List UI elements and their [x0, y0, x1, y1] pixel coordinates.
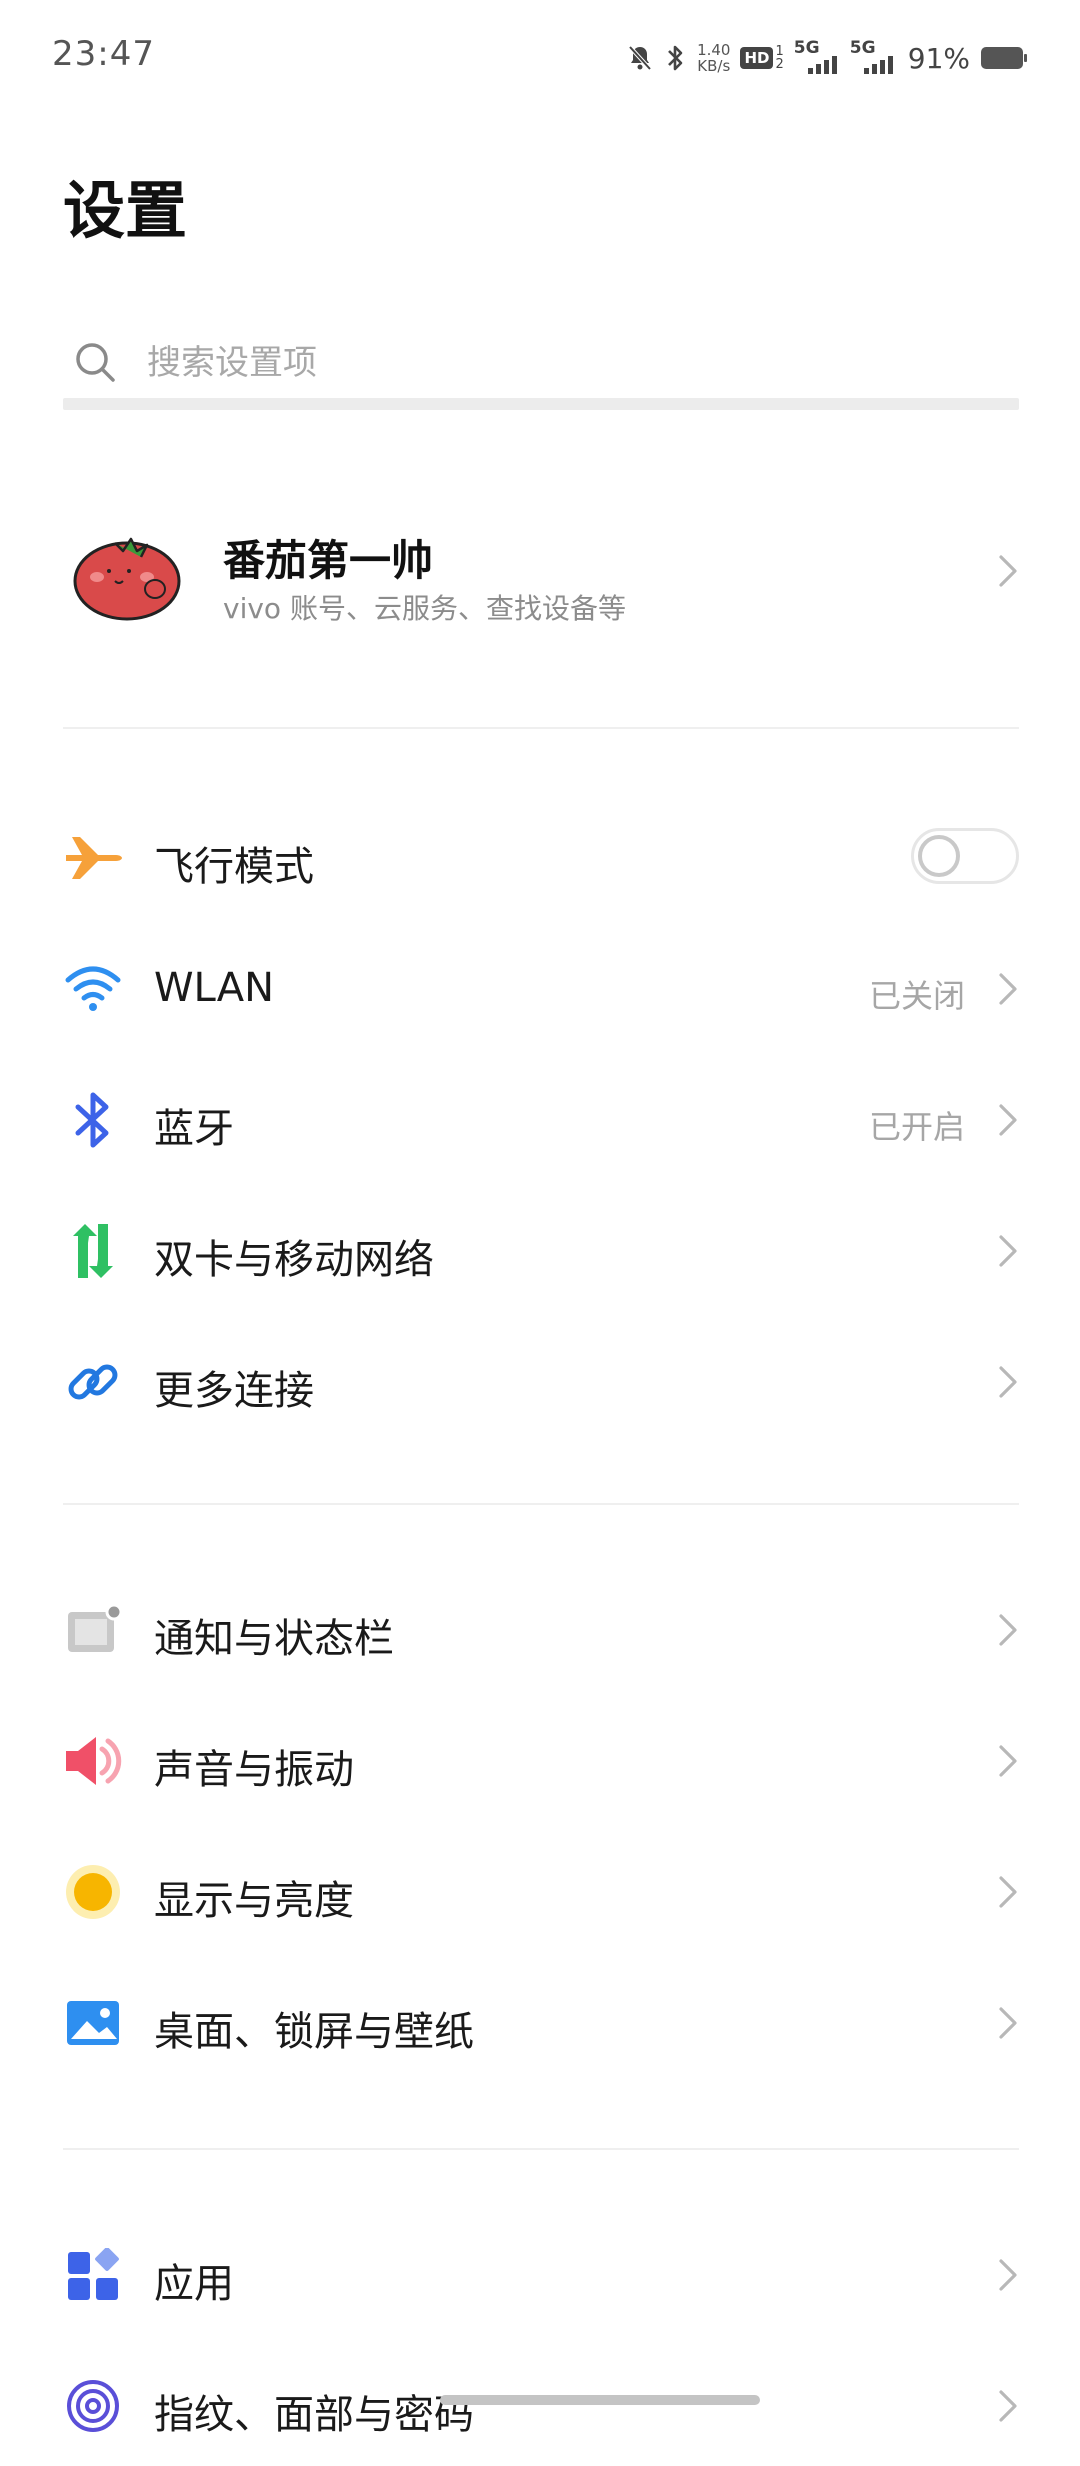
search-underline [63, 398, 1019, 410]
row-display[interactable]: 显示与亮度 [63, 1832, 1019, 1952]
chevron-right-icon [997, 2257, 1019, 2297]
battery-percent: 91% [907, 41, 970, 75]
row-label: 桌面、锁屏与壁纸 [154, 2009, 474, 2055]
fingerprint-icon [63, 2376, 123, 2436]
section-divider [63, 727, 1019, 729]
avatar [69, 525, 187, 625]
row-label: 飞行模式 [154, 844, 314, 890]
row-airplane-mode[interactable]: 飞行模式 [63, 798, 1019, 918]
row-sound[interactable]: 声音与振动 [63, 1701, 1019, 1821]
status-icons: 1.40 KB/s HD 12 5G 5G 91% [627, 38, 1028, 78]
hd-label: HD [740, 47, 774, 69]
row-label: WLAN [154, 965, 275, 1011]
chevron-right-icon [997, 2388, 1019, 2428]
network-speed: 1.40 KB/s [697, 42, 730, 74]
search-icon [73, 340, 119, 390]
row-label: 指纹、面部与密码 [154, 2392, 474, 2438]
signal-icon-1: 5G [794, 38, 840, 78]
chevron-right-icon [997, 1102, 1019, 1142]
chevron-right-icon [997, 1874, 1019, 1914]
chevron-right-icon [997, 553, 1019, 593]
row-notifications[interactable]: 通知与状态栏 [63, 1570, 1019, 1690]
airplane-mode-toggle[interactable] [911, 828, 1019, 884]
row-label: 蓝牙 [154, 1106, 234, 1152]
wlan-status: 已关闭 [868, 977, 965, 1015]
account-subtitle: vivo 账号、云服务、查找设备等 [223, 592, 626, 625]
search-bar[interactable] [63, 320, 1019, 410]
mobile-data-icon [63, 1221, 123, 1281]
row-bluetooth[interactable]: 蓝牙 已开启 [63, 1060, 1019, 1180]
row-label: 通知与状态栏 [154, 1616, 394, 1662]
home-indicator[interactable] [440, 2395, 760, 2405]
row-security[interactable]: 指纹、面部与密码 [63, 2346, 1019, 2466]
speed-value: 1.40 [697, 41, 731, 59]
row-mobile-network[interactable]: 双卡与移动网络 [63, 1191, 1019, 1311]
battery-icon [980, 45, 1028, 71]
status-time: 23:47 [52, 34, 155, 74]
speed-unit: KB/s [697, 57, 731, 75]
bluetooth-status: 已开启 [868, 1108, 965, 1146]
row-apps[interactable]: 应用 [63, 2215, 1019, 2335]
hd-icon: HD 12 [740, 45, 784, 71]
signal-icon-2: 5G [850, 38, 896, 78]
row-wlan[interactable]: WLAN 已关闭 [63, 929, 1019, 1049]
search-input[interactable] [145, 332, 989, 394]
section-divider [63, 2148, 1019, 2150]
row-label: 更多连接 [154, 1368, 314, 1414]
notification-icon [63, 1600, 123, 1660]
account-name: 番茄第一帅 [223, 536, 434, 585]
airplane-icon [63, 828, 123, 888]
chevron-right-icon [997, 971, 1019, 1011]
apps-icon [63, 2245, 123, 2305]
row-wallpaper[interactable]: 桌面、锁屏与壁纸 [63, 1963, 1019, 2083]
row-label: 应用 [154, 2261, 234, 2307]
bluetooth-icon [63, 1090, 123, 1150]
account-card[interactable]: 番茄第一帅 vivo 账号、云服务、查找设备等 [63, 505, 1019, 635]
chevron-right-icon [997, 1233, 1019, 1273]
row-label: 声音与振动 [154, 1747, 354, 1793]
row-more-connections[interactable]: 更多连接 [63, 1322, 1019, 1442]
bluetooth-status-icon [663, 43, 687, 73]
chevron-right-icon [997, 1364, 1019, 1404]
chevron-right-icon [997, 1743, 1019, 1783]
wifi-icon [63, 959, 123, 1019]
chevron-right-icon [997, 1612, 1019, 1652]
toggle-knob [918, 835, 960, 877]
row-label: 显示与亮度 [154, 1878, 354, 1924]
brightness-icon [63, 1862, 123, 1922]
row-label: 双卡与移动网络 [154, 1237, 434, 1283]
sound-icon [63, 1731, 123, 1791]
wallpaper-icon [63, 1993, 123, 2053]
page-title: 设置 [63, 174, 188, 247]
chevron-right-icon [997, 2005, 1019, 2045]
status-bar: 23:47 1.40 KB/s HD 12 5G 5G 91% [0, 0, 1080, 116]
link-icon [63, 1352, 123, 1412]
section-divider [63, 1503, 1019, 1505]
mute-icon [627, 44, 653, 72]
